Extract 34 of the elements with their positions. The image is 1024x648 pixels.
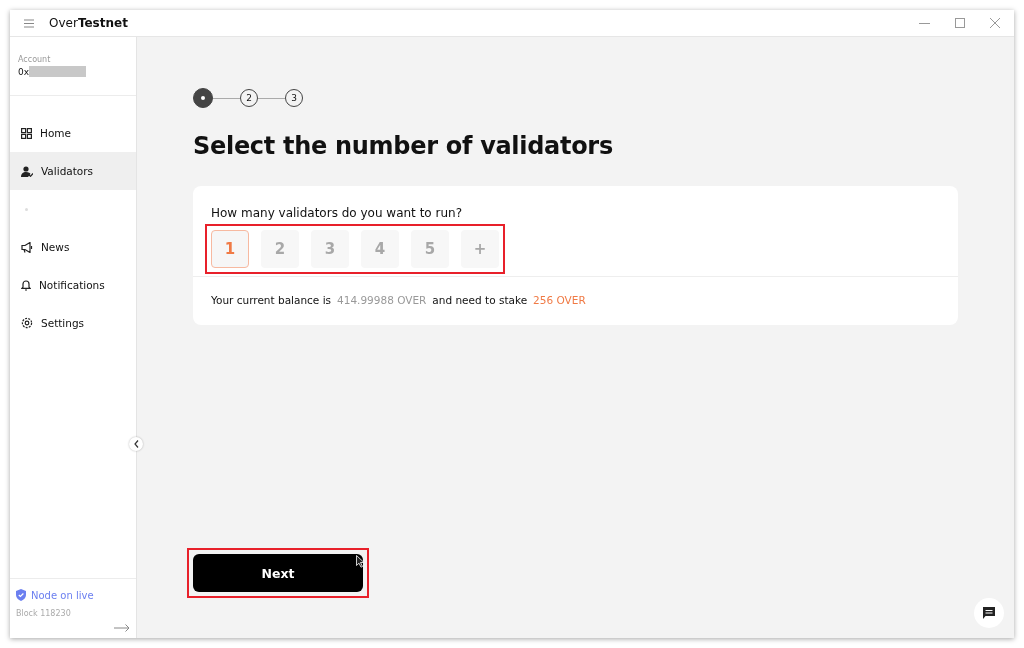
maximize-icon[interactable] [955,18,965,28]
sidebar-item[interactable]: News [10,228,136,266]
shield-icon [16,589,26,601]
sidebar-item[interactable]: Validators [10,152,136,190]
chat-icon [983,607,995,619]
question-text: How many validators do you want to run? [211,206,463,220]
balance-label: Your current balance is [211,294,332,306]
dot-icon [25,207,28,211]
window-title: OverTestnet [49,16,128,30]
close-icon[interactable] [990,18,1000,28]
megaphone-icon [21,241,33,253]
stake-label: and need to stake [432,294,528,306]
page-heading: Select the number of validators [193,132,614,160]
bell-icon [21,279,31,291]
user-icon [21,165,33,177]
chevron-left-icon [133,440,139,448]
chat-button[interactable] [974,598,1004,628]
sidebar-item[interactable]: Notifications [10,266,136,304]
stake-amount: 256 OVER [533,294,586,306]
node-status: Node on live [31,589,94,601]
sidebar-item[interactable]: Settings [10,304,136,342]
sidebar-item[interactable]: Home [10,114,136,152]
balance-amount: 414.99988 OVER [337,294,427,306]
redacted-block [29,66,87,77]
collapse-button[interactable] [129,437,143,451]
block-number: Block 118230 [16,609,72,618]
arrow-right-icon[interactable] [114,624,130,632]
account-address: 0x [18,66,30,77]
menu-icon[interactable] [24,18,34,28]
account-label: Account [18,55,52,64]
gear-icon [21,317,33,329]
next-button[interactable]: Next [193,554,363,592]
cursor-icon [356,555,365,568]
grid-icon [21,127,32,139]
